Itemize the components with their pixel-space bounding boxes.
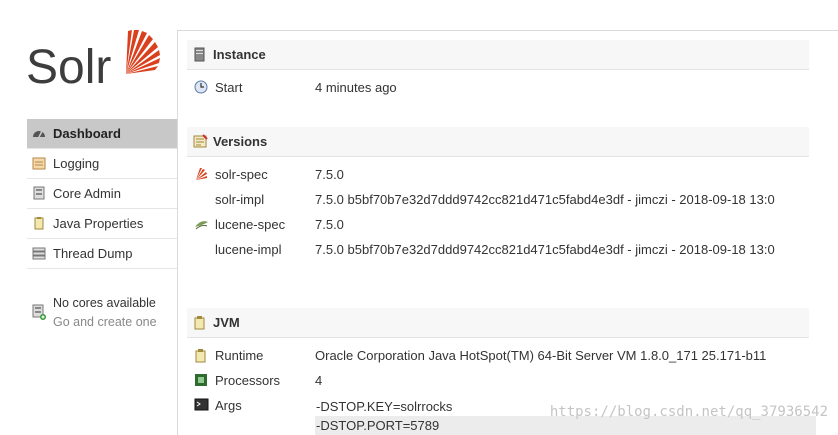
content-top-border xyxy=(177,30,838,31)
sidebar-item-label: Dashboard xyxy=(53,126,121,141)
version-value: 7.5.0 xyxy=(315,167,344,182)
section-header: Versions xyxy=(187,127,809,157)
create-core-link[interactable]: Go and create one xyxy=(27,313,177,332)
section-title: Versions xyxy=(213,134,268,149)
sidebar-item-label: Java Properties xyxy=(53,216,144,231)
java-icon xyxy=(195,349,206,363)
sidebar-item-java-properties[interactable]: Java Properties xyxy=(27,209,177,239)
watermark: https://blog.csdn.net/qq_37936542 xyxy=(549,404,828,420)
version-value: 7.5.0 xyxy=(315,217,344,232)
version-label: solr-spec xyxy=(215,167,268,182)
runtime-label: Runtime xyxy=(215,348,264,363)
sidebar-item-core-admin[interactable]: Core Admin xyxy=(27,179,177,209)
solr-sun-icon xyxy=(126,30,160,74)
sidebar-item-logging[interactable]: Logging xyxy=(27,149,177,179)
no-cores-text: No cores available xyxy=(53,296,156,310)
solr-icon xyxy=(196,168,207,180)
server-icon xyxy=(194,47,205,62)
terminal-icon xyxy=(194,398,209,411)
section-title: JVM xyxy=(213,315,240,330)
sidebar-item-label: Logging xyxy=(53,156,100,171)
version-row: lucene-impl 7.5.0 b5bf70b7e32d7ddd9742cc… xyxy=(187,237,809,262)
version-label: lucene-spec xyxy=(215,217,286,232)
content-divider xyxy=(177,30,178,435)
instance-section: Instance Start 4 minutes ago xyxy=(187,40,809,100)
lucene-icon xyxy=(195,221,208,230)
logging-icon xyxy=(32,157,46,170)
version-label: lucene-impl xyxy=(215,242,282,257)
version-row: solr-spec 7.5.0 xyxy=(187,162,809,187)
version-value: 7.5.0 b5bf70b7e32d7ddd9742cc821d471c5fab… xyxy=(315,192,775,207)
sidebar-item-label: Core Admin xyxy=(53,186,121,201)
processors-label: Processors xyxy=(215,373,281,388)
add-core-icon xyxy=(32,304,46,320)
sidebar-item-dashboard[interactable]: Dashboard xyxy=(27,119,177,149)
no-cores-notice: No cores available Go and create one xyxy=(27,294,177,332)
thread-dump-icon xyxy=(32,247,46,260)
versions-icon xyxy=(193,134,208,148)
start-value: 4 minutes ago xyxy=(315,80,397,95)
section-header: JVM xyxy=(187,308,809,338)
jvm-processors-row: Processors 4 xyxy=(187,368,809,393)
start-label: Start xyxy=(215,80,243,95)
section-title: Instance xyxy=(213,47,266,62)
logo-text: Solr xyxy=(26,41,112,94)
version-value: 7.5.0 b5bf70b7e32d7ddd9742cc821d471c5fab… xyxy=(315,242,775,257)
core-admin-icon xyxy=(33,186,45,200)
dashboard-icon xyxy=(33,130,45,138)
processors-value: 4 xyxy=(315,373,323,388)
version-label: solr-impl xyxy=(215,192,265,207)
version-row: lucene-spec 7.5.0 xyxy=(187,212,809,237)
jvm-runtime-row: Runtime Oracle Corporation Java HotSpot(… xyxy=(187,343,809,368)
sidebar-nav: Dashboard Logging Core Admin Java Proper… xyxy=(27,119,177,269)
processor-icon xyxy=(195,374,207,386)
runtime-value: Oracle Corporation Java HotSpot(TM) 64-B… xyxy=(315,348,767,363)
version-row: solr-impl 7.5.0 b5bf70b7e32d7ddd9742cc82… xyxy=(187,187,809,212)
clock-icon xyxy=(194,80,208,94)
args-label: Args xyxy=(215,398,242,413)
jvm-icon xyxy=(194,316,205,330)
instance-start-row: Start 4 minutes ago xyxy=(187,75,809,100)
section-header: Instance xyxy=(187,40,809,70)
solr-logo[interactable]: Solr xyxy=(26,28,161,98)
versions-section: Versions solr-spec 7.5.0 solr-impl 7.5.0… xyxy=(187,127,809,262)
java-properties-icon xyxy=(34,217,44,230)
sidebar-item-thread-dump[interactable]: Thread Dump xyxy=(27,239,177,269)
sidebar-item-label: Thread Dump xyxy=(53,246,133,261)
